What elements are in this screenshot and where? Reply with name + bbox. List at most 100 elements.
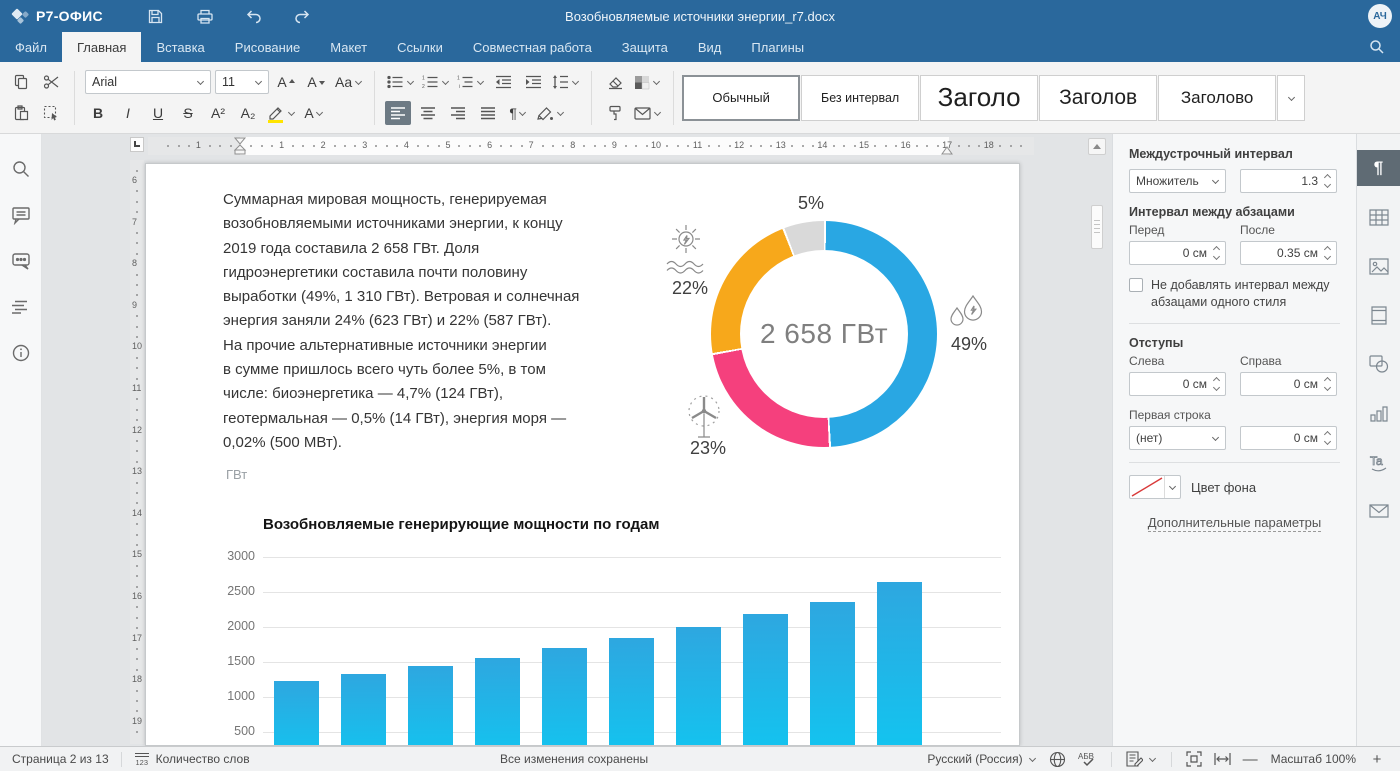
page-indicator[interactable]: Страница 2 из 13 (12, 752, 109, 766)
underline-button[interactable]: U (145, 101, 171, 125)
indent-left-spinner[interactable]: 0 см (1129, 372, 1226, 396)
nonprinting-chars-button[interactable]: ¶ (505, 101, 531, 125)
tab-home[interactable]: Главная (62, 32, 141, 62)
numbered-list-button[interactable]: 12 (420, 70, 451, 94)
indent-right-spinner[interactable]: 0 см (1240, 372, 1337, 396)
shape-settings-icon[interactable] (1357, 346, 1400, 382)
background-color-picker[interactable] (1129, 475, 1181, 499)
same-style-checkbox[interactable]: Не добавлять интервал между абзацами одн… (1129, 277, 1340, 311)
comments-icon[interactable] (8, 202, 34, 228)
mail-merge-button[interactable] (632, 101, 663, 125)
bold-button[interactable]: B (85, 101, 111, 125)
line-spacing-type-select[interactable]: Множитель (1129, 169, 1226, 193)
paragraph-settings-icon[interactable]: ¶ (1357, 150, 1400, 186)
clear-style-button[interactable] (602, 70, 628, 94)
first-line-value-spinner[interactable]: 0 см (1240, 426, 1337, 450)
tab-file[interactable]: Файл (0, 32, 62, 62)
word-count-button[interactable]: 123 Количество слов (134, 752, 250, 766)
font-name-select[interactable]: Arial (85, 70, 211, 94)
highlight-color-button[interactable] (265, 101, 297, 125)
strikeout-button[interactable]: S (175, 101, 201, 125)
tab-collaboration[interactable]: Совместная работа (458, 32, 607, 62)
print-button[interactable] (194, 5, 216, 27)
undo-button[interactable] (243, 5, 265, 27)
style-heading1[interactable]: Заголо (920, 75, 1038, 121)
select-all-button[interactable] (38, 101, 64, 125)
tab-draw[interactable]: Рисование (220, 32, 315, 62)
style-normal[interactable]: Обычный (682, 75, 800, 121)
find-icon[interactable] (8, 156, 34, 182)
right-indent-marker[interactable] (941, 145, 954, 155)
fit-width-button[interactable] (1214, 753, 1231, 765)
header-footer-settings-icon[interactable] (1357, 297, 1400, 333)
style-no-spacing[interactable]: Без интервал (801, 75, 919, 121)
navigation-icon[interactable] (8, 294, 34, 320)
paste-button[interactable] (8, 101, 34, 125)
first-line-type-select[interactable]: (нет) (1129, 426, 1226, 450)
increase-font-button[interactable]: A (273, 70, 299, 94)
increase-indent-button[interactable] (520, 70, 546, 94)
chart-settings-icon[interactable] (1357, 395, 1400, 431)
document-page[interactable]: Суммарная мировая мощность, генерируемая… (145, 163, 1020, 746)
tab-stop-selector[interactable] (130, 137, 144, 152)
tab-protection[interactable]: Защита (607, 32, 683, 62)
align-justify-button[interactable] (475, 101, 501, 125)
paragraph-text[interactable]: Суммарная мировая мощность, генерируемая… (223, 188, 683, 455)
fit-page-button[interactable] (1186, 751, 1202, 767)
image-settings-icon[interactable] (1357, 248, 1400, 284)
font-color-button[interactable]: А (301, 101, 327, 125)
copy-style-button[interactable] (602, 101, 628, 125)
about-icon[interactable] (8, 340, 34, 366)
track-changes-button[interactable] (1126, 751, 1157, 767)
scroll-up-button[interactable] (1088, 138, 1106, 155)
zoom-out-button[interactable]: — (1243, 751, 1257, 768)
zoom-level[interactable]: Масштаб 100% (1271, 752, 1356, 766)
decrease-font-button[interactable]: A (303, 70, 329, 94)
checkbox-box[interactable] (1129, 278, 1143, 292)
subscript-button[interactable]: A₂ (235, 101, 261, 125)
spellcheck-icon[interactable]: АБВ (1078, 751, 1097, 767)
align-left-button[interactable] (385, 101, 411, 125)
language-select[interactable]: Русский (Россия) (927, 752, 1036, 766)
spellcheck-language-icon[interactable] (1049, 751, 1066, 768)
vertical-ruler[interactable]: 678910111213141516171819 (130, 160, 144, 744)
font-size-select[interactable]: 11 (215, 70, 269, 94)
search-icon[interactable] (1366, 36, 1388, 58)
avatar[interactable]: АЧ (1368, 4, 1392, 28)
mailmerge-settings-icon[interactable] (1357, 493, 1400, 529)
line-spacing-value-spinner[interactable]: 1.3 (1240, 169, 1337, 193)
copy-button[interactable] (8, 70, 34, 94)
textart-settings-icon[interactable]: Ta (1357, 444, 1400, 480)
multilevel-list-button[interactable]: 1i (455, 70, 486, 94)
horizontal-ruler[interactable]: 1123456789101112131415161718 (148, 137, 1034, 155)
change-case-button[interactable]: Aa (333, 70, 364, 94)
bullet-list-button[interactable] (385, 70, 416, 94)
indent-markers[interactable] (234, 137, 247, 155)
decrease-indent-button[interactable] (490, 70, 516, 94)
cut-button[interactable] (38, 70, 64, 94)
tab-references[interactable]: Ссылки (382, 32, 458, 62)
document-canvas[interactable]: 1123456789101112131415161718 67891011121… (42, 134, 1112, 746)
style-heading3[interactable]: Заголово (1158, 75, 1276, 121)
tab-view[interactable]: Вид (683, 32, 737, 62)
table-settings-icon[interactable] (1357, 199, 1400, 235)
superscript-button[interactable]: A² (205, 101, 231, 125)
tab-layout[interactable]: Макет (315, 32, 382, 62)
align-center-button[interactable] (415, 101, 441, 125)
style-heading2[interactable]: Заголов (1039, 75, 1157, 121)
paragraph-shading-button[interactable] (535, 101, 566, 125)
zoom-in-button[interactable]: + (1370, 751, 1384, 768)
tab-plugins[interactable]: Плагины (736, 32, 819, 62)
tab-insert[interactable]: Вставка (141, 32, 219, 62)
spacing-after-spinner[interactable]: 0.35 см (1240, 241, 1337, 265)
advanced-settings-link[interactable]: Дополнительные параметры (1129, 515, 1340, 530)
vertical-scrollbar[interactable] (1091, 205, 1103, 249)
style-gallery-expand-button[interactable] (1277, 75, 1305, 121)
save-button[interactable] (145, 5, 167, 27)
table-shading-button[interactable] (632, 70, 662, 94)
align-right-button[interactable] (445, 101, 471, 125)
chat-icon[interactable] (8, 248, 34, 274)
italic-button[interactable]: I (115, 101, 141, 125)
redo-button[interactable] (292, 5, 314, 27)
spacing-before-spinner[interactable]: 0 см (1129, 241, 1226, 265)
